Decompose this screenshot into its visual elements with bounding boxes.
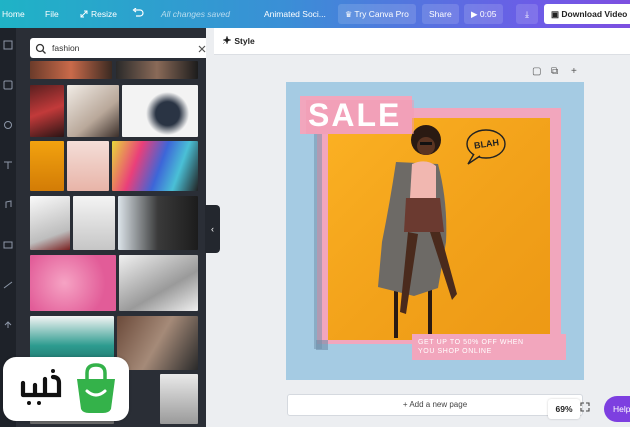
- videos-icon[interactable]: [2, 240, 14, 250]
- templates-icon[interactable]: [2, 40, 14, 50]
- photo-result[interactable]: [67, 85, 119, 137]
- photo-result[interactable]: [67, 141, 109, 191]
- uploads-icon[interactable]: [2, 320, 14, 330]
- share-button[interactable]: Share: [422, 4, 459, 24]
- background-icon[interactable]: [2, 280, 14, 290]
- add-new-page-button[interactable]: + Add a new page: [287, 394, 583, 416]
- crown-icon: ♛: [345, 10, 353, 19]
- download-video-button[interactable]: ▣ Download Video: [544, 4, 630, 24]
- sale-text[interactable]: SALE: [308, 97, 401, 134]
- play-icon: ▶: [471, 9, 478, 19]
- undo-icon[interactable]: [132, 0, 144, 28]
- photo-result[interactable]: [117, 316, 198, 370]
- text-icon[interactable]: [2, 160, 14, 170]
- design-page[interactable]: SALE BLAH GET UP TO 50% OFF WHEN YOU SHO…: [286, 82, 584, 380]
- clear-search-icon[interactable]: [196, 42, 206, 54]
- photo-result[interactable]: [30, 196, 70, 250]
- save-status: All changes saved: [161, 9, 230, 19]
- context-toolbar: Style: [214, 28, 630, 55]
- search-box[interactable]: fashion: [30, 38, 206, 58]
- style-button[interactable]: Style: [222, 28, 255, 55]
- collapse-panel-button[interactable]: ‹: [205, 205, 220, 253]
- home-link[interactable]: Home: [2, 0, 25, 28]
- resize-icon: [80, 0, 88, 28]
- duplicate-page-icon[interactable]: ⧉: [551, 67, 561, 77]
- search-icon: [35, 42, 47, 54]
- film-icon: ▣: [551, 9, 560, 19]
- resize-button[interactable]: Resize: [91, 0, 117, 28]
- photo-result[interactable]: [30, 85, 64, 137]
- zoom-level[interactable]: 69%: [548, 399, 580, 419]
- play-button[interactable]: ▶ 0:05: [464, 4, 504, 24]
- fullscreen-icon[interactable]: [580, 399, 594, 419]
- photo-result[interactable]: [119, 255, 198, 311]
- download-icon[interactable]: ⤓: [516, 4, 538, 24]
- photo-result[interactable]: [160, 374, 198, 424]
- photo-result[interactable]: [73, 196, 115, 250]
- design-title[interactable]: Animated Soci...: [264, 0, 326, 28]
- photo-result[interactable]: [118, 196, 198, 250]
- elements-icon[interactable]: [2, 120, 14, 130]
- promo-text[interactable]: GET UP TO 50% OFF WHEN YOU SHOP ONLINE: [418, 338, 524, 356]
- style-icon: [222, 35, 232, 45]
- chevron-left-icon: ‹: [211, 224, 214, 234]
- photo-result[interactable]: [30, 255, 116, 311]
- photo-result[interactable]: [30, 61, 112, 79]
- photo-result[interactable]: [116, 61, 198, 79]
- photo-result[interactable]: [30, 141, 64, 191]
- top-bar: Home File Resize All changes saved Anima…: [0, 0, 630, 28]
- photo-result[interactable]: [112, 141, 198, 191]
- help-button[interactable]: Help: [604, 396, 630, 422]
- add-page-icon[interactable]: +: [571, 67, 581, 77]
- search-input[interactable]: fashion: [52, 38, 79, 58]
- photo-result[interactable]: [122, 85, 198, 137]
- music-icon[interactable]: [2, 200, 14, 210]
- page-notes-icon[interactable]: ▢: [532, 67, 542, 77]
- file-menu[interactable]: File: [45, 0, 59, 28]
- bazaar-watermark-logo: [3, 357, 129, 421]
- photos-icon[interactable]: [2, 80, 14, 90]
- try-canva-pro-button[interactable]: ♛ Try Canva Pro: [338, 4, 416, 24]
